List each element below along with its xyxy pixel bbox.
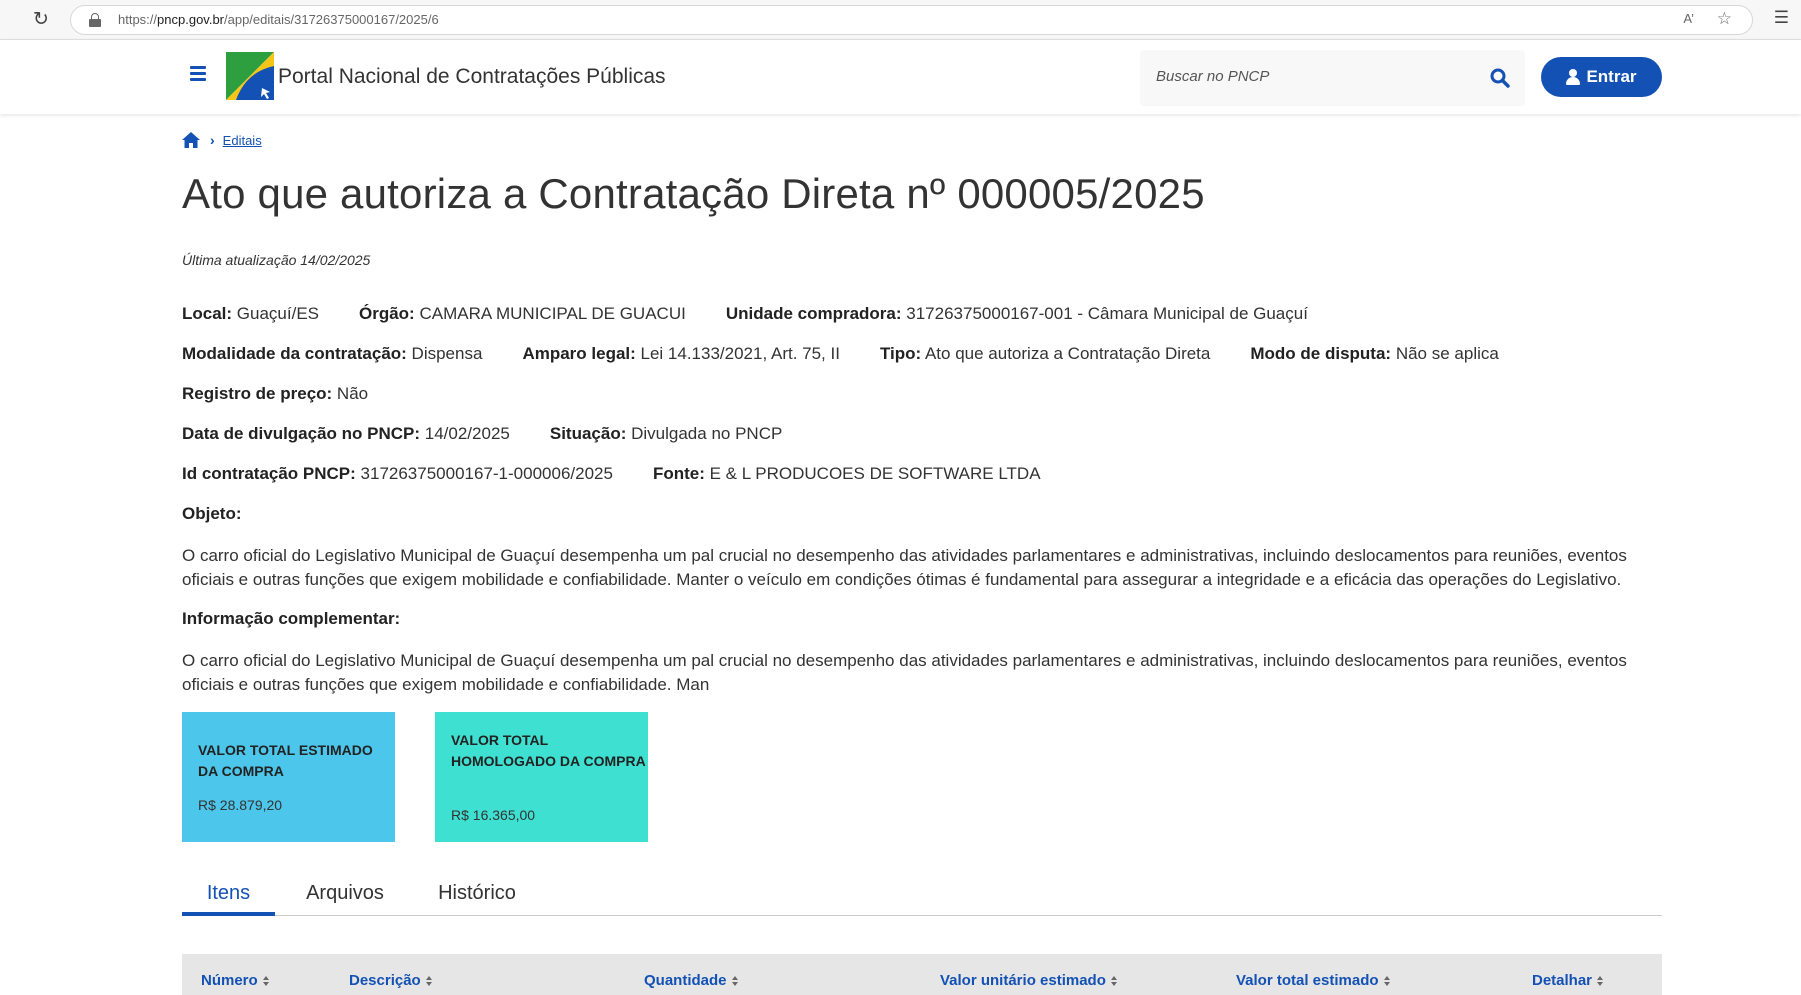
field-modalidade: Modalidade da contratação: Dispensa: [182, 344, 483, 363]
browser-toolbar: ↻ https://pncp.gov.br/app/editais/317263…: [0, 0, 1801, 40]
field-local: Local: Guaçuí/ES: [182, 304, 319, 323]
url-text[interactable]: https://pncp.gov.br/app/editais/31726375…: [118, 12, 439, 27]
login-label: Entrar: [1586, 67, 1637, 86]
field-data-divulgacao: Data de divulgação no PNCP: 14/02/2025: [182, 424, 510, 443]
valor-homologado-card: VALOR TOTAL HOMOLOGADO DA COMPRA R$ 16.3…: [435, 712, 648, 842]
field-fonte: Fonte: E & L PRODUCOES DE SOFTWARE LTDA: [652, 464, 1041, 483]
field-unidade: Unidade compradora: 31726375000167-001 -…: [725, 304, 1308, 323]
field-situacao: Situação: Divulgada no PNCP: [549, 424, 783, 443]
sort-icon[interactable]: [1383, 975, 1391, 987]
info-row-4: Data de divulgação no PNCP: 14/02/2025 S…: [182, 424, 822, 446]
reload-icon[interactable]: ↻: [30, 9, 52, 31]
column-detalhar[interactable]: Detalhar: [1532, 972, 1604, 989]
tab-itens[interactable]: Itens: [182, 872, 275, 916]
tab-historico[interactable]: Histórico: [422, 872, 532, 916]
card-label: VALOR TOTAL ESTIMADO DA COMPRA: [198, 742, 373, 779]
field-amparo: Amparo legal: Lei 14.133/2021, Art. 75, …: [522, 344, 840, 363]
items-table-header: Número Descrição Quantidade Valor unitár…: [182, 954, 1662, 995]
tab-bar: Itens Arquivos Histórico: [182, 872, 1662, 916]
breadcrumb-editais-link[interactable]: Editais: [223, 133, 262, 148]
search-input[interactable]: [1156, 68, 1476, 85]
read-aloud-icon[interactable]: A’: [1683, 11, 1694, 26]
user-icon: [1566, 69, 1581, 85]
field-modo: Modo de disputa: Não se aplica: [1250, 344, 1499, 363]
field-id-contratacao: Id contratação PNCP: 31726375000167-1-00…: [182, 464, 613, 483]
page-title: Ato que autoriza a Contratação Direta nº…: [182, 170, 1205, 217]
menu-icon[interactable]: [190, 66, 206, 81]
column-numero[interactable]: Número: [201, 972, 270, 989]
card-label: VALOR TOTAL HOMOLOGADO DA COMPRA: [451, 732, 646, 769]
search-box: [1140, 50, 1525, 106]
login-button[interactable]: Entrar: [1541, 57, 1662, 97]
sort-icon[interactable]: [1596, 975, 1604, 987]
column-quantidade[interactable]: Quantidade: [644, 972, 739, 989]
breadcrumb: › Editais: [182, 130, 262, 150]
field-registro: Registro de preço: Não: [182, 384, 369, 403]
lock-icon[interactable]: [89, 13, 101, 27]
last-updated: Última atualização 14/02/2025: [182, 252, 371, 268]
tab-arquivos[interactable]: Arquivos: [295, 872, 395, 916]
info-row-3: Registro de preço: Não: [182, 384, 408, 406]
complementar-label: Informação complementar:: [182, 609, 401, 628]
sort-icon[interactable]: [425, 975, 433, 987]
sort-icon[interactable]: [262, 975, 270, 987]
sort-icon[interactable]: [731, 975, 739, 987]
field-orgao: Órgão: CAMARA MUNICIPAL DE GUACUI: [359, 304, 686, 323]
valor-estimado-card: VALOR TOTAL ESTIMADO DA COMPRA R$ 28.879…: [182, 712, 395, 842]
home-icon[interactable]: [182, 132, 200, 148]
field-tipo: Tipo: Ato que autoriza a Contratação Dir…: [879, 344, 1211, 363]
complementar-text: O carro oficial do Legislativo Municipal…: [182, 651, 1627, 694]
pncp-logo[interactable]: [226, 52, 274, 100]
info-row-1: Local: Guaçuí/ES Órgão: CAMARA MUNICIPAL…: [182, 304, 1348, 326]
info-row-5: Id contratação PNCP: 31726375000167-1-00…: [182, 464, 1081, 486]
column-descricao[interactable]: Descrição: [349, 972, 433, 989]
site-title[interactable]: Portal Nacional de Contratações Públicas: [278, 65, 666, 89]
address-bar[interactable]: https://pncp.gov.br/app/editais/31726375…: [70, 5, 1753, 35]
card-value: R$ 16.365,00: [451, 807, 536, 823]
favorites-icon[interactable]: ☰: [1774, 8, 1789, 28]
objeto-text: O carro oficial do Legislativo Municipal…: [182, 546, 1627, 589]
chevron-right-icon: ›: [210, 132, 215, 148]
favorite-star-icon[interactable]: ☆: [1717, 9, 1732, 29]
sort-icon[interactable]: [1110, 975, 1118, 987]
objeto-label: Objeto:: [182, 504, 242, 523]
card-value: R$ 28.879,20: [198, 797, 283, 813]
site-header: Portal Nacional de Contratações Públicas…: [0, 40, 1801, 114]
info-row-2: Modalidade da contratação: Dispensa Ampa…: [182, 344, 1539, 366]
column-valor-total[interactable]: Valor total estimado: [1236, 972, 1391, 989]
column-valor-unitario[interactable]: Valor unitário estimado: [940, 972, 1118, 989]
search-icon[interactable]: [1489, 67, 1511, 89]
